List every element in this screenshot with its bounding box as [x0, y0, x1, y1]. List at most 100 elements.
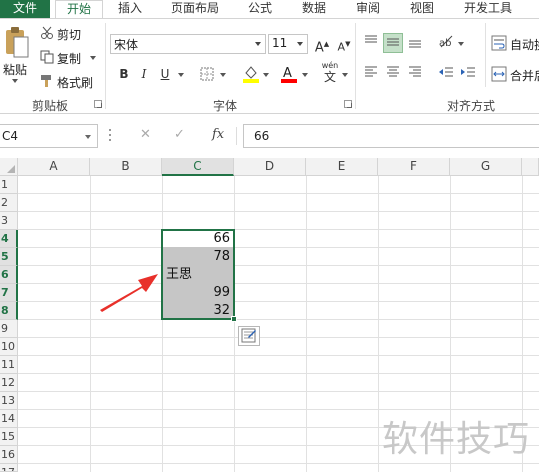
copy-button[interactable]: 复制: [57, 50, 81, 67]
align-center-button[interactable]: [383, 64, 403, 84]
decrease-indent-button[interactable]: [436, 64, 456, 84]
tab-developer[interactable]: 开发工具: [454, 0, 522, 18]
increase-indent-button[interactable]: [458, 64, 478, 84]
tab-view[interactable]: 视图: [400, 0, 444, 18]
phonetic-guide-button[interactable]: wén 文: [320, 61, 340, 85]
paste-button[interactable]: [3, 26, 31, 60]
row-header-11[interactable]: 11: [0, 356, 18, 374]
tab-insert[interactable]: 插入: [108, 0, 152, 18]
row-header-13[interactable]: 13: [0, 392, 18, 410]
column-header-a[interactable]: A: [18, 158, 90, 176]
row-header-8[interactable]: 8: [0, 302, 18, 320]
font-size-value: 11: [272, 36, 288, 50]
alignment-group-label: 对齐方式: [446, 99, 495, 113]
fill-color-dropdown-arrow[interactable]: [263, 73, 269, 77]
row-header-10[interactable]: 10: [0, 338, 18, 356]
font-name-combo[interactable]: 宋体: [110, 34, 266, 54]
column-header-c[interactable]: C: [162, 158, 234, 176]
name-box[interactable]: C4: [0, 124, 98, 148]
column-header-d[interactable]: D: [234, 158, 306, 176]
format-painter-button[interactable]: 格式刷: [57, 74, 93, 91]
gridline: [18, 229, 539, 230]
decrease-font-size-button[interactable]: A▼: [334, 34, 354, 54]
font-size-combo[interactable]: 11: [268, 34, 308, 54]
orientation-icon: ab: [439, 35, 453, 49]
column-header-f[interactable]: F: [378, 158, 450, 176]
italic-button[interactable]: I: [134, 64, 154, 84]
font-color-dropdown-arrow[interactable]: [302, 73, 308, 77]
chevron-down-icon: [255, 42, 261, 46]
row-header-2[interactable]: 2: [0, 194, 18, 212]
phonetic-wen-text: wén: [321, 61, 339, 70]
formula-bar: C4 ✕ ✓ fx 66: [0, 124, 539, 148]
cancel-icon[interactable]: ✕: [140, 127, 151, 142]
select-all-button[interactable]: [0, 158, 18, 176]
wrap-text-icon: [491, 35, 507, 54]
align-right-button[interactable]: [405, 64, 425, 84]
underline-dropdown-arrow[interactable]: [178, 73, 184, 77]
row-header-1[interactable]: 1: [0, 176, 18, 194]
align-middle-button[interactable]: [383, 33, 403, 53]
bold-button[interactable]: B: [114, 64, 134, 84]
orientation-dropdown-arrow[interactable]: [458, 42, 464, 46]
gridline: [18, 463, 539, 464]
column-header-b[interactable]: B: [90, 158, 162, 176]
paste-icon: [6, 27, 29, 58]
formula-bar-grip[interactable]: [108, 129, 112, 143]
row-header-15[interactable]: 15: [0, 428, 18, 446]
font-name-value: 宋体: [114, 38, 139, 52]
tab-home[interactable]: 开始: [55, 0, 103, 19]
row-header-9[interactable]: 9: [0, 320, 18, 338]
formula-input[interactable]: 66: [243, 124, 539, 148]
row-header-17[interactable]: 17: [0, 464, 18, 472]
tab-data[interactable]: 数据: [292, 0, 336, 18]
column-header-g[interactable]: G: [450, 158, 522, 176]
tab-formulas[interactable]: 公式: [238, 0, 282, 18]
borders-dropdown-arrow[interactable]: [220, 73, 226, 77]
align-left-button[interactable]: [361, 64, 381, 84]
tab-review[interactable]: 审阅: [346, 0, 390, 18]
quick-analysis-button[interactable]: [238, 326, 260, 346]
row-header-14[interactable]: 14: [0, 410, 18, 428]
fill-handle[interactable]: [231, 316, 237, 322]
row-header-16[interactable]: 16: [0, 446, 18, 464]
tab-file[interactable]: 文件: [0, 0, 50, 18]
phonetic-wen-char: 文: [323, 70, 336, 84]
row-header-12[interactable]: 12: [0, 374, 18, 392]
column-header-e[interactable]: E: [306, 158, 378, 176]
phonetic-dropdown-arrow[interactable]: [342, 73, 348, 77]
paste-dropdown-arrow[interactable]: [12, 79, 18, 83]
clipboard-group-label: 剪贴板: [31, 99, 68, 113]
excel-window: 文件 开始 插入 页面布局 公式 数据 审阅 视图 开发工具 粘贴 剪切 复制 …: [0, 0, 539, 472]
chevron-down-icon: [297, 42, 303, 46]
orientation-button[interactable]: ab: [436, 33, 456, 53]
format-painter-icon: [40, 74, 54, 91]
clipboard-dialog-launcher[interactable]: [94, 100, 102, 108]
align-bottom-button[interactable]: [405, 33, 425, 53]
row-header-4[interactable]: 4: [0, 230, 18, 248]
font-dialog-launcher[interactable]: [344, 100, 352, 108]
merge-center-button[interactable]: 合并后: [510, 67, 539, 84]
align-top-button[interactable]: [361, 33, 381, 53]
decrease-indent-icon: [439, 67, 453, 77]
insert-function-button[interactable]: fx: [212, 127, 224, 142]
row-header-7[interactable]: 7: [0, 284, 18, 302]
column-header-h[interactable]: [522, 158, 539, 176]
gridline: [18, 211, 539, 212]
selection-border: [161, 229, 235, 320]
row-header-3[interactable]: 3: [0, 212, 18, 230]
check-icon[interactable]: ✓: [174, 127, 185, 142]
increase-font-size-button[interactable]: A▲: [312, 34, 332, 55]
underline-button[interactable]: U: [155, 64, 175, 84]
tab-page-layout[interactable]: 页面布局: [160, 0, 230, 18]
wrap-text-button[interactable]: 自动换: [510, 36, 539, 53]
fill-color-icon[interactable]: [242, 64, 260, 87]
copy-dropdown-arrow[interactable]: [90, 56, 96, 60]
row-header-5[interactable]: 5: [0, 248, 18, 266]
svg-text:ab: ab: [439, 38, 451, 49]
borders-icon[interactable]: [200, 67, 214, 84]
cut-button[interactable]: 剪切: [57, 26, 81, 43]
font-color-icon[interactable]: A: [280, 64, 298, 87]
align-left-icon: [365, 66, 377, 77]
row-header-6[interactable]: 6: [0, 266, 18, 284]
